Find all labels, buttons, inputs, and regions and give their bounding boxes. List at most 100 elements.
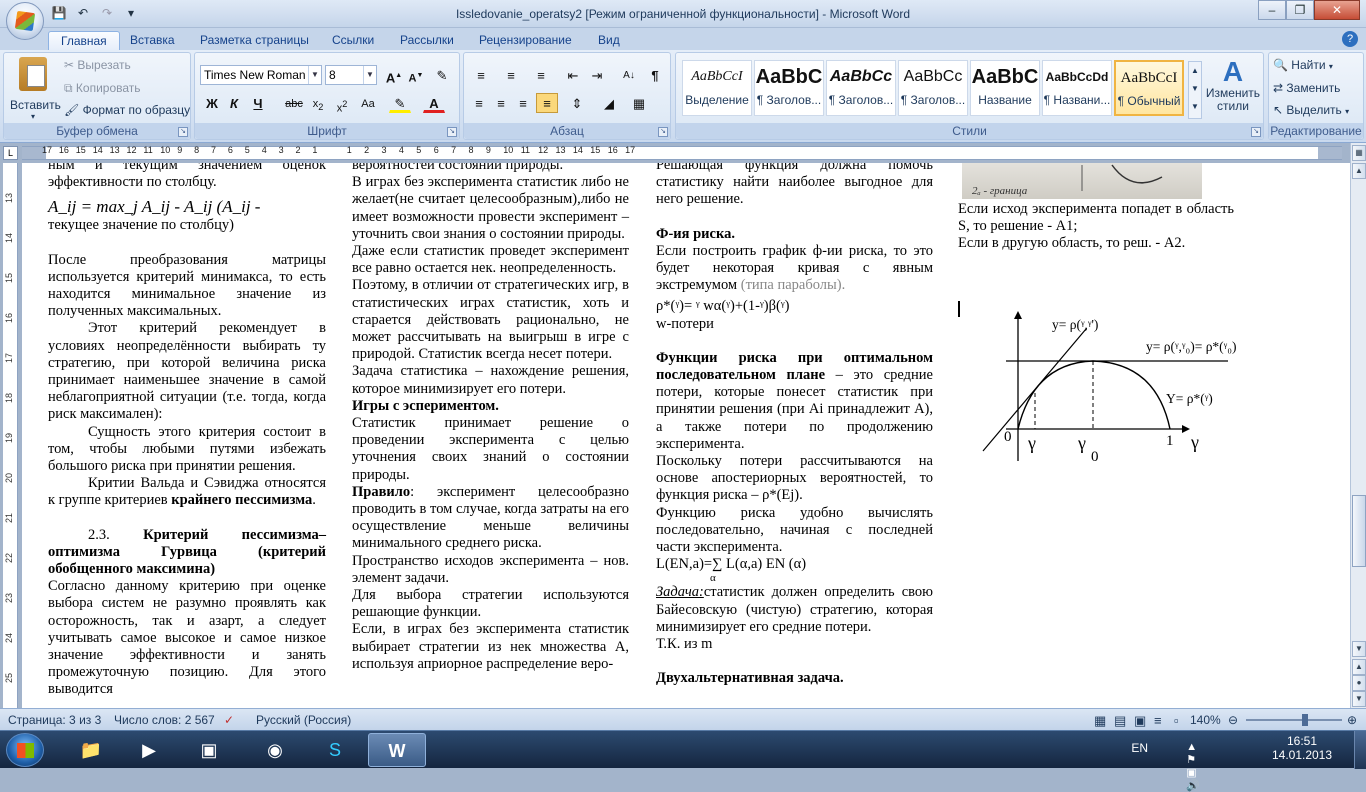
align-center-icon[interactable]: ≡ bbox=[490, 93, 512, 113]
chrome-icon[interactable]: ◉ bbox=[246, 733, 304, 767]
maximize-button[interactable]: ❐ bbox=[1286, 0, 1314, 20]
subscript-icon[interactable]: x2 bbox=[307, 93, 329, 113]
change-styles-button[interactable]: A Изменить стили bbox=[1204, 57, 1262, 113]
decrease-indent-icon[interactable]: ⇤ bbox=[562, 65, 584, 85]
customize-icon[interactable]: ▾ bbox=[122, 5, 140, 22]
next-page-icon[interactable]: ▼ bbox=[1352, 691, 1366, 707]
save-icon[interactable]: 💾 bbox=[50, 5, 68, 22]
borders-icon[interactable]: ▦ bbox=[628, 93, 650, 113]
styles-scroll[interactable]: ▲ ▼ ▼ bbox=[1188, 61, 1202, 119]
tab-insert[interactable]: Вставка bbox=[130, 31, 175, 50]
pilcrow-icon[interactable]: ¶ bbox=[644, 65, 666, 85]
highlight-icon[interactable]: ✎ bbox=[389, 93, 411, 113]
scroll-thumb[interactable] bbox=[1352, 495, 1366, 567]
web-layout-icon[interactable]: ▣ bbox=[1134, 713, 1146, 729]
tab-page-layout[interactable]: Разметка страницы bbox=[200, 31, 309, 50]
minimize-button[interactable]: – bbox=[1258, 0, 1286, 20]
tab-references[interactable]: Ссылки bbox=[332, 31, 374, 50]
font-expand-icon[interactable]: ↘ bbox=[447, 127, 457, 137]
clipboard-expand-icon[interactable]: ↘ bbox=[178, 127, 188, 137]
paragraph-expand-icon[interactable]: ↘ bbox=[658, 127, 668, 137]
format-painter-button[interactable]: 🖌 Формат по образцу bbox=[64, 103, 190, 117]
close-button[interactable]: ✕ bbox=[1314, 0, 1360, 20]
browse-object-icon[interactable]: ● bbox=[1352, 675, 1366, 691]
ruler-toggle-icon[interactable]: ▦ bbox=[1352, 145, 1366, 161]
style-caption[interactable]: AaBbCcDd ¶ Названи... bbox=[1042, 60, 1112, 116]
skype-icon[interactable]: S bbox=[306, 733, 364, 767]
show-desktop-button[interactable] bbox=[1354, 731, 1366, 769]
tab-mailings[interactable]: Рассылки bbox=[400, 31, 454, 50]
tray-icons[interactable]: ▲ ⚑ ▣ 🔊 bbox=[1186, 741, 1200, 792]
multilevel-list-icon[interactable]: ≡ bbox=[530, 65, 552, 85]
tab-home[interactable]: Главная bbox=[48, 31, 120, 50]
vertical-ruler[interactable]: 13 14 15 16 17 18 19 20 21 22 23 24 25 bbox=[3, 163, 18, 708]
style-normal[interactable]: AaBbCcI ¶ Обычный bbox=[1114, 60, 1184, 116]
tab-view[interactable]: Вид bbox=[598, 31, 620, 50]
start-button[interactable] bbox=[6, 733, 44, 767]
numbering-icon[interactable]: ≡ bbox=[500, 65, 522, 85]
style-heading3[interactable]: AaBbCc ¶ Заголов... bbox=[898, 60, 968, 116]
redo-icon[interactable]: ↷ bbox=[98, 5, 116, 22]
align-right-icon[interactable]: ≡ bbox=[512, 93, 534, 113]
font-color-icon[interactable]: A bbox=[423, 93, 445, 113]
sort-icon[interactable]: A↓ bbox=[618, 65, 640, 85]
italic-icon[interactable]: К bbox=[223, 93, 245, 113]
zoom-out-icon[interactable]: ⊖ bbox=[1228, 713, 1238, 727]
scroll-up-icon[interactable]: ▲ bbox=[1352, 163, 1366, 179]
zoom-in-icon[interactable]: ⊕ bbox=[1347, 713, 1357, 727]
print-layout-icon[interactable]: ▦ bbox=[1094, 713, 1106, 729]
font-size-combo[interactable]: 8 ▼ bbox=[325, 65, 377, 85]
clear-format-icon[interactable]: ✎ bbox=[431, 65, 453, 85]
zoom-slider[interactable] bbox=[1246, 719, 1342, 721]
undo-icon[interactable]: ↶ bbox=[74, 5, 92, 22]
select-button[interactable]: ↖ Выделить ▾ bbox=[1273, 103, 1349, 117]
language-bar[interactable]: EN bbox=[1131, 741, 1148, 755]
justify-icon[interactable]: ≡ bbox=[536, 93, 558, 113]
language-indicator[interactable]: Русский (Россия) bbox=[256, 713, 351, 727]
vertical-scrollbar[interactable]: ▦ ▲ ▼ ▲ ● ▼ bbox=[1350, 143, 1366, 708]
zoom-slider-thumb[interactable] bbox=[1302, 714, 1308, 726]
full-screen-icon[interactable]: ▤ bbox=[1114, 713, 1126, 729]
explorer-icon[interactable]: 📁 bbox=[62, 733, 120, 767]
office-button[interactable] bbox=[6, 2, 44, 40]
shading-icon[interactable]: ◢ bbox=[598, 93, 620, 113]
find-button[interactable]: 🔍 Найти ▾ bbox=[1273, 58, 1333, 72]
document-page[interactable]: ным и текущим значением оценок эффективн… bbox=[22, 163, 1350, 708]
word-count[interactable]: Число слов: 2 567 bbox=[114, 713, 215, 727]
paste-button[interactable]: Вставить ▾ bbox=[10, 57, 61, 121]
app-icon[interactable]: ▣ bbox=[180, 733, 238, 767]
tab-selector[interactable]: L bbox=[3, 146, 18, 160]
style-emphasis[interactable]: AaBbCcI Выделение bbox=[682, 60, 752, 116]
word-taskbar-icon[interactable]: W bbox=[368, 733, 426, 767]
media-player-icon[interactable]: ▶ bbox=[120, 733, 178, 767]
bullets-icon[interactable]: ≡ bbox=[470, 65, 492, 85]
replace-button[interactable]: ⇄ Заменить bbox=[1273, 81, 1340, 95]
shrink-font-icon[interactable]: A▼ bbox=[405, 65, 427, 85]
clock[interactable]: 16:51 14.01.2013 bbox=[1262, 734, 1342, 762]
help-icon[interactable]: ? bbox=[1342, 31, 1358, 47]
superscript-icon[interactable]: x2 bbox=[331, 93, 353, 115]
style-title[interactable]: AaBbC Название bbox=[970, 60, 1040, 116]
line-spacing-icon[interactable]: ⇕ bbox=[566, 93, 588, 113]
bold-icon[interactable]: Ж bbox=[201, 93, 223, 113]
increase-indent-icon[interactable]: ⇥ bbox=[586, 65, 608, 85]
proofing-icon[interactable]: ✓ bbox=[224, 713, 234, 727]
change-case-icon[interactable]: Aa bbox=[357, 93, 379, 113]
strikethrough-icon[interactable]: abc bbox=[283, 93, 305, 113]
outline-icon[interactable]: ≡ bbox=[1154, 713, 1162, 728]
cut-button[interactable]: ✂ Вырезать bbox=[64, 58, 131, 72]
style-heading1[interactable]: AaBbC ¶ Заголов... bbox=[754, 60, 824, 116]
draft-icon[interactable]: ▫ bbox=[1174, 713, 1179, 728]
copy-button[interactable]: ⧉ Копировать bbox=[64, 81, 141, 96]
page-indicator[interactable]: Страница: 3 из 3 bbox=[8, 713, 101, 727]
tab-review[interactable]: Рецензирование bbox=[479, 31, 572, 50]
style-heading2[interactable]: AaBbCc ¶ Заголов... bbox=[826, 60, 896, 116]
font-name-combo[interactable]: Times New Roman ▼ bbox=[200, 65, 322, 85]
align-left-icon[interactable]: ≡ bbox=[468, 93, 490, 113]
previous-page-icon[interactable]: ▲ bbox=[1352, 659, 1366, 675]
scroll-down-icon[interactable]: ▼ bbox=[1352, 641, 1366, 657]
horizontal-ruler[interactable]: L 17 16 15 14 13 12 11 10 9 8 7 6 5 4 3 2 1 1 2 3 4 5 6 7 8 9 10 11… bbox=[0, 143, 1366, 163]
zoom-level[interactable]: 140% bbox=[1190, 713, 1221, 727]
styles-expand-icon[interactable]: ↘ bbox=[1251, 127, 1261, 137]
underline-icon[interactable]: Ч bbox=[247, 93, 269, 113]
